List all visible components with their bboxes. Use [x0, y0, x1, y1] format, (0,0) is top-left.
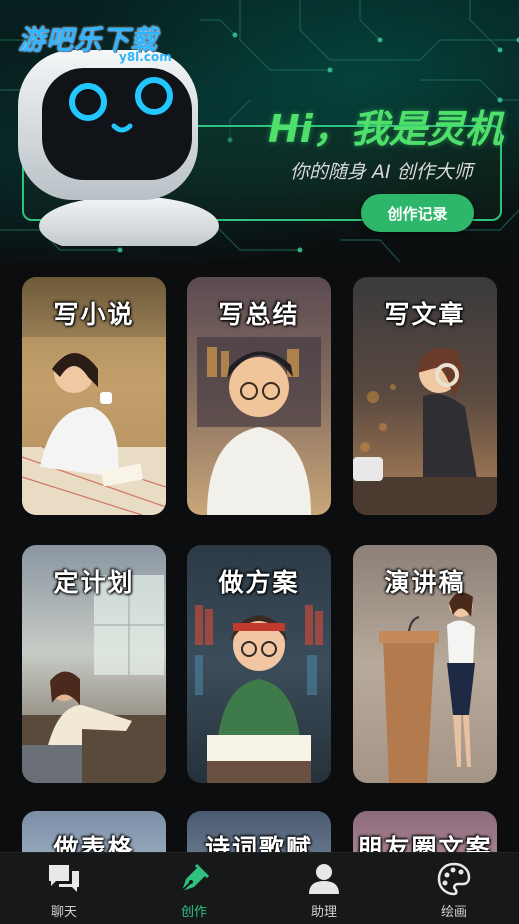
card-label: 写文章	[353, 295, 497, 331]
hero-subtitle: 你的随身 AI 创作大师	[290, 157, 473, 184]
card-write-summary[interactable]: 写总结	[187, 277, 331, 515]
card-speech-draft[interactable]: 演讲稿	[353, 545, 497, 783]
robot-mascot	[14, 46, 224, 246]
tab-create[interactable]: 创作	[154, 853, 234, 924]
tab-label: 助理	[284, 901, 364, 920]
watermark-url: y8l.com	[119, 50, 172, 64]
pen-icon	[176, 861, 212, 897]
card-label: 写小说	[22, 295, 166, 331]
card-label: 做方案	[187, 563, 331, 599]
palette-icon	[436, 861, 472, 897]
card-write-article[interactable]: 写文章	[353, 277, 497, 515]
chat-icon	[46, 861, 82, 897]
tab-label: 绘画	[414, 901, 494, 920]
tab-drawing[interactable]: 绘画	[414, 853, 494, 924]
card-make-plan[interactable]: 定计划	[22, 545, 166, 783]
tab-label: 创作	[154, 901, 234, 920]
header-banner: 游吧乐下载 y8l.com Hi，我是灵机 你的随身 AI 创作大师 创作记录	[0, 0, 519, 262]
card-label: 演讲稿	[353, 563, 497, 599]
card-label: 定计划	[22, 563, 166, 599]
creation-records-button[interactable]: 创作记录	[361, 194, 474, 232]
card-make-proposal[interactable]: 做方案	[187, 545, 331, 783]
hero-title: Hi，我是灵机	[268, 98, 503, 153]
person-icon	[306, 861, 342, 897]
bottom-tab-bar: 聊天 创作 助理 绘画	[0, 852, 519, 924]
card-label: 写总结	[187, 295, 331, 331]
card-write-novel[interactable]: 写小说	[22, 277, 166, 515]
tab-assistant[interactable]: 助理	[284, 853, 364, 924]
tab-label: 聊天	[24, 901, 104, 920]
tab-chat[interactable]: 聊天	[24, 853, 104, 924]
